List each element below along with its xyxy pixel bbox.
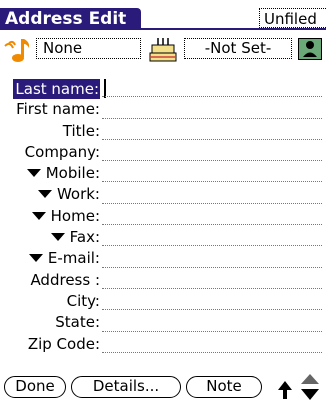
field-row[interactable]: Company:	[0, 142, 326, 163]
field-label: Company:	[25, 142, 100, 163]
page-scroll-arrows-icon[interactable]	[299, 372, 321, 402]
field-input-line[interactable]	[102, 138, 322, 140]
field-label-text: Company:	[24, 142, 100, 161]
field-label-text: State:	[55, 313, 100, 332]
field-row[interactable]: Last name:	[0, 78, 326, 99]
field-label-dropdown[interactable]: Work:	[37, 184, 100, 205]
scroll-up-arrow-icon[interactable]	[277, 380, 293, 400]
field-input-line[interactable]	[102, 202, 322, 204]
contact-card-button[interactable]	[298, 38, 322, 60]
dropdown-triangle-icon[interactable]	[28, 254, 43, 263]
details-button[interactable]: Details...	[71, 376, 181, 398]
dropdown-triangle-icon[interactable]	[50, 233, 65, 242]
field-row[interactable]: Fax:	[0, 227, 326, 248]
field-input-line[interactable]	[102, 266, 322, 268]
field-row[interactable]: State:	[0, 312, 326, 333]
ringtone-picker[interactable]: None	[36, 38, 141, 59]
ringtone-note-icon[interactable]	[3, 37, 33, 63]
note-button[interactable]: Note	[186, 376, 262, 398]
field-label-dropdown[interactable]: Home:	[31, 206, 100, 227]
field-label-text: Last name:	[15, 80, 99, 98]
field-label: Last name:	[13, 79, 100, 99]
birthday-picker[interactable]: -Not Set-	[184, 38, 292, 59]
field-label-dropdown[interactable]: Mobile:	[26, 163, 100, 184]
field-input-line[interactable]	[102, 224, 322, 226]
field-row[interactable]: Zip Code:	[0, 334, 326, 355]
field-input-line[interactable]	[102, 330, 322, 332]
field-label-text: Zip Code:	[27, 334, 100, 353]
field-input-line[interactable]	[102, 117, 322, 119]
field-label-text: Address :	[30, 270, 100, 289]
field-label-text: E-mail:	[47, 249, 100, 268]
field-label-dropdown[interactable]: E-mail:	[28, 248, 100, 269]
person-icon	[303, 41, 317, 57]
done-button[interactable]: Done	[4, 376, 66, 398]
dropdown-triangle-icon[interactable]	[37, 190, 52, 199]
field-label: First name:	[16, 99, 100, 120]
field-input-line[interactable]	[102, 351, 322, 353]
field-input-line[interactable]	[102, 287, 322, 289]
field-label-text: Mobile:	[45, 164, 100, 183]
title-bar: Address Edit Unfiled	[0, 0, 326, 30]
field-label: Zip Code:	[28, 334, 100, 355]
field-input-line[interactable]	[102, 245, 322, 247]
command-bar: Done Details... Note	[0, 374, 326, 402]
field-label-text: Title:	[62, 121, 100, 140]
birthday-cake-icon[interactable]	[148, 36, 178, 64]
field-label-text: Home:	[50, 206, 100, 225]
field-row[interactable]: Home:	[0, 206, 326, 227]
field-row[interactable]: Address :	[0, 270, 326, 291]
field-label-text: City:	[66, 291, 100, 310]
field-label-dropdown[interactable]: Fax:	[50, 227, 100, 248]
field-input-line[interactable]	[102, 181, 322, 183]
field-row[interactable]: E-mail:	[0, 248, 326, 269]
header-row: None -Not Set-	[0, 34, 326, 64]
field-row[interactable]: Mobile:	[0, 163, 326, 184]
form-title: Address Edit	[0, 8, 141, 30]
field-row[interactable]: Work:	[0, 184, 326, 205]
text-cursor	[104, 79, 106, 98]
field-label-text: Fax:	[69, 228, 100, 247]
category-picker[interactable]: Unfiled	[259, 8, 326, 28]
field-label: State:	[55, 312, 100, 333]
field-row[interactable]: First name:	[0, 99, 326, 120]
field-input-line[interactable]	[102, 96, 322, 98]
field-label: Address :	[30, 270, 100, 291]
field-row[interactable]: Title:	[0, 121, 326, 142]
address-fields: Last name: First name: Title: Company: Mobil…	[0, 78, 326, 355]
field-label-text: Work:	[56, 185, 100, 204]
field-row[interactable]: City:	[0, 291, 326, 312]
dropdown-triangle-icon[interactable]	[26, 169, 41, 178]
field-input-line[interactable]	[102, 160, 322, 162]
field-label: Title:	[63, 121, 100, 142]
field-label-text: First name:	[16, 100, 100, 119]
dropdown-triangle-icon[interactable]	[31, 211, 46, 220]
field-label: City:	[67, 291, 100, 312]
field-input-line[interactable]	[102, 309, 322, 311]
